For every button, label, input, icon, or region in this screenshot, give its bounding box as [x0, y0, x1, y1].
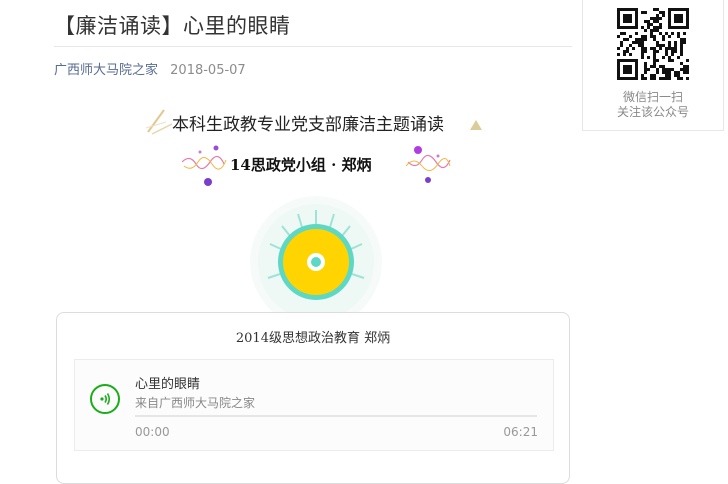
album-disc-icon — [250, 196, 382, 328]
audio-card: 2014级思想政治教育 郑炳 心里的眼睛 来自广西师大马院之家 00:00 06… — [56, 312, 570, 484]
track-title: 心里的眼睛 — [135, 377, 201, 392]
article: 【廉洁诵读】心里的眼睛 广西师大马院之家 2018-05-07 本科生政教专业党… — [54, 0, 574, 484]
track-source: 来自广西师大马院之家 — [135, 396, 256, 410]
publish-date: 2018-05-07 — [170, 63, 246, 78]
qr-caption-line2: 关注该公众号 — [616, 105, 689, 119]
progress-bar[interactable] — [135, 415, 537, 417]
qr-caption: 微信扫一扫 关注该公众号 — [583, 90, 723, 120]
qr-caption-line1: 微信扫一扫 — [622, 90, 683, 104]
qr-code-icon — [617, 8, 689, 80]
current-time: 00:00 — [135, 425, 170, 439]
duration: 06:21 — [503, 425, 538, 439]
audio-wave-icon — [100, 393, 111, 405]
article-title: 【廉洁诵读】心里的眼睛 — [54, 14, 291, 38]
topic-heading: 本科生政教专业党支部廉洁主题诵读 — [172, 115, 444, 135]
qr-panel: 微信扫一扫 关注该公众号 — [582, 0, 724, 131]
title-divider — [54, 46, 572, 47]
audio-player[interactable]: 心里的眼睛 来自广西师大马院之家 00:00 06:21 — [74, 359, 554, 451]
topic-banner: 本科生政教专业党支部廉洁主题诵读 — [146, 102, 486, 138]
audio-caption: 2014级思想政治教育 郑炳 — [235, 331, 391, 346]
subtitle: 14思政党小组 · 郑炳 — [230, 156, 372, 174]
subtitle-banner: 14思政党小组 · 郑炳 — [182, 140, 452, 190]
play-button[interactable] — [90, 384, 120, 414]
article-meta: 广西师大马院之家 2018-05-07 — [54, 59, 246, 78]
author-link[interactable]: 广西师大马院之家 — [54, 63, 158, 78]
